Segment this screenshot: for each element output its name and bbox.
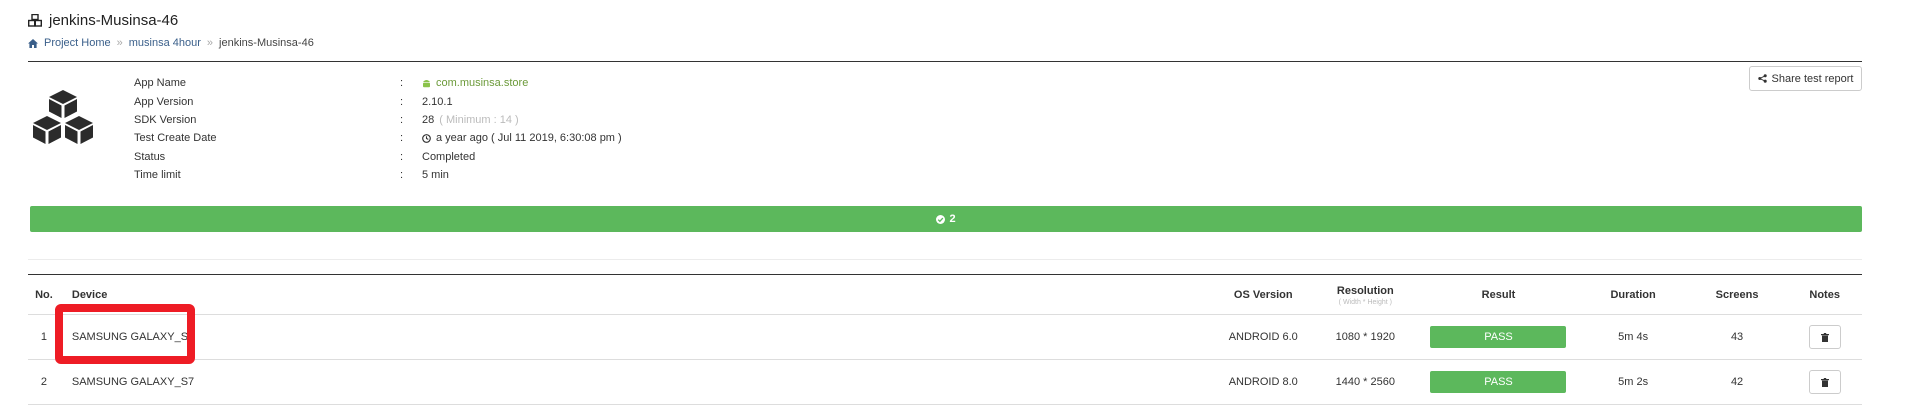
table-header-row: No. Device OS Version Resolution ( Width… [28,276,1862,315]
results-table: No. Device OS Version Resolution ( Width… [28,276,1862,405]
info-row-time-limit: Time limit : 5 min [134,166,622,184]
app-version-value: 2.10.1 [422,95,453,108]
info-colon: : [400,169,404,182]
breadcrumb: Project Home » musinsa 4hour » jenkins-M… [28,37,314,49]
info-colon: : [400,95,404,108]
header-duration: Duration [1579,276,1687,315]
create-date-value: a year ago ( Jul 11 2019, 6:30:08 pm ) [436,132,622,145]
row-duration: 5m 2s [1579,359,1687,405]
row-resolution: 1440 * 2560 [1313,359,1418,405]
info-label: Test Create Date [134,132,217,145]
info-label: App Name [134,77,186,90]
trash-icon [1820,332,1829,342]
sdk-minimum: ( Minimum : 14 ) [439,113,519,126]
time-limit-value: 5 min [422,169,449,182]
info-row-app-version: App Version : 2.10.1 [134,92,622,110]
row-device[interactable]: SAMSUNG GALAXY_S5 [59,314,1214,360]
info-colon: : [400,132,404,145]
android-icon [423,80,430,88]
divider [28,274,1862,275]
header-resolution: Resolution ( Width * Height ) [1313,276,1418,315]
breadcrumb-current: jenkins-Musinsa-46 [219,37,314,49]
test-info: App Name : com.musinsa.store App Version… [134,74,622,184]
row-result: PASS [1417,359,1580,405]
cubes-icon [28,14,42,27]
check-circle-icon [936,214,946,224]
info-colon: : [400,77,404,90]
annotation-highlight-box [55,304,195,364]
info-label: Status [134,150,166,163]
status-value: Completed [422,150,476,163]
page-title: jenkins-Musinsa-46 [49,12,179,29]
info-row-sdk-version: SDK Version : 28 ( Minimum : 14 ) [134,111,622,129]
divider [28,259,1862,260]
info-label: SDK Version [134,113,197,126]
row-notes [1787,314,1862,360]
pass-count: 2 [949,213,956,225]
row-resolution: 1080 * 1920 [1313,314,1418,360]
breadcrumb-musinsa-4hour[interactable]: musinsa 4hour [129,37,201,49]
divider [28,61,1862,62]
home-icon [28,38,38,48]
row-duration: 5m 4s [1579,314,1687,360]
result-progress-bar: 2 [30,206,1862,232]
row-result: PASS [1417,314,1580,360]
row-os-version: ANDROID 8.0 [1213,359,1314,405]
info-row-status: Status : Completed [134,148,622,166]
table-row[interactable]: 2 SAMSUNG GALAXY_S7 ANDROID 8.0 1440 * 2… [28,359,1862,405]
pass-badge[interactable]: PASS [1430,326,1567,348]
header-resolution-label: Resolution [1336,284,1394,297]
info-colon: : [400,150,404,163]
share-test-report-button[interactable]: Share test report [1749,66,1862,91]
row-no: 2 [28,359,60,405]
header-screens: Screens [1686,276,1788,315]
share-button-label: Share test report [1771,72,1854,85]
app-name-value: com.musinsa.store [436,77,529,90]
row-os-version: ANDROID 6.0 [1213,314,1314,360]
row-screens: 42 [1686,359,1788,405]
page-title-block: jenkins-Musinsa-46 [28,12,178,29]
info-row-app-name: App Name : com.musinsa.store [134,74,622,92]
trash-icon [1820,377,1829,387]
header-device: Device [59,276,1214,315]
header-notes: Notes [1787,276,1862,315]
delete-button[interactable] [1808,325,1841,349]
info-label: App Version [134,95,194,108]
info-row-create-date: Test Create Date : a year ago ( Jul 11 2… [134,129,622,147]
delete-button[interactable] [1808,370,1841,394]
row-device[interactable]: SAMSUNG GALAXY_S7 [59,359,1214,405]
header-result: Result [1417,276,1580,315]
table-row[interactable]: 1 SAMSUNG GALAXY_S5 ANDROID 6.0 1080 * 1… [28,314,1862,360]
breadcrumb-project-home[interactable]: Project Home [44,37,111,49]
breadcrumb-separator: » [206,37,214,49]
info-label: Time limit [134,169,181,182]
info-colon: : [400,113,404,126]
row-notes [1787,359,1862,405]
sdk-version-value: 28 [422,113,435,126]
pass-badge[interactable]: PASS [1430,371,1567,393]
cubes-icon [30,88,96,151]
header-resolution-sub: ( Width * Height ) [1338,298,1392,306]
clock-icon [422,133,431,143]
share-icon [1757,74,1767,83]
row-screens: 43 [1686,314,1788,360]
header-os-version: OS Version [1213,276,1314,315]
breadcrumb-separator: » [116,37,123,49]
